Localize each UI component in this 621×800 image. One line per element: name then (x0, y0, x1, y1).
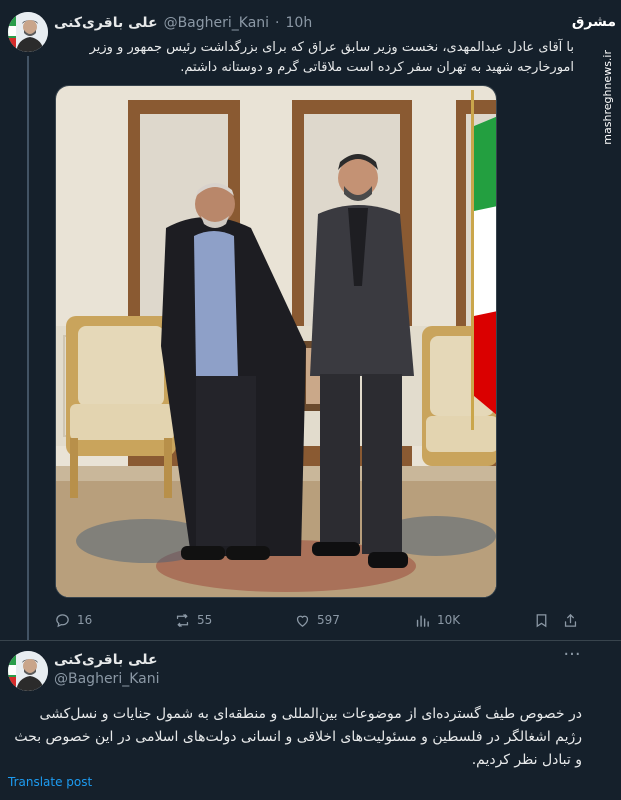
timestamp[interactable]: 10h (286, 15, 313, 31)
retweet-button[interactable]: 55 (174, 612, 212, 629)
share-button[interactable] (562, 612, 579, 629)
reply-button[interactable]: 16 (54, 612, 92, 629)
reply-count: 16 (77, 613, 93, 627)
like-count: 597 (317, 613, 340, 627)
watermark: مشرق mashreghnews.ir (572, 10, 618, 145)
tweet-divider (0, 640, 621, 641)
display-name[interactable]: علی باقری‌کنی (54, 15, 158, 31)
avatar[interactable] (8, 651, 48, 691)
view-count: 10K (437, 613, 461, 627)
bookmark-button[interactable] (533, 612, 550, 629)
like-button[interactable]: 597 (294, 612, 340, 629)
bookmark-icon (536, 613, 547, 627)
separator-dot: · (275, 15, 280, 31)
tweet-header: علی باقری‌کنی @Bagheri_Kani · 10h (54, 14, 574, 32)
tweet-text: با آقای عادل عبدالمهدی، نخست وزیر سابق ع… (89, 40, 574, 75)
views-button[interactable]: 10K (414, 612, 460, 629)
tweet-thread: علی باقری‌کنی @Bagheri_Kani · 10h با آقا… (0, 0, 621, 800)
handle[interactable]: @Bagheri_Kani (164, 15, 269, 31)
retweet-icon (176, 613, 189, 627)
watermark-logo: مشرق (571, 14, 616, 30)
more-icon[interactable]: ··· (560, 646, 584, 668)
like-icon (296, 615, 309, 627)
tweet-photo[interactable] (55, 85, 497, 598)
translate-post-link[interactable]: Translate post (8, 775, 92, 789)
thread-connector-line (27, 56, 29, 641)
views-icon (416, 615, 429, 627)
watermark-url: mashreghnews.ir (601, 50, 614, 145)
share-icon (564, 613, 577, 627)
handle[interactable]: @Bagheri_Kani (54, 671, 159, 687)
display-name[interactable]: علی باقری‌کنی (54, 652, 158, 668)
avatar[interactable] (8, 12, 48, 52)
tweet-text: در خصوص طیف گسترده‌ای از موضوعات بین‌الم… (14, 706, 582, 768)
retweet-count: 55 (197, 613, 213, 627)
reply-icon (56, 613, 69, 627)
action-bar: 16 55 597 10K (54, 610, 582, 630)
